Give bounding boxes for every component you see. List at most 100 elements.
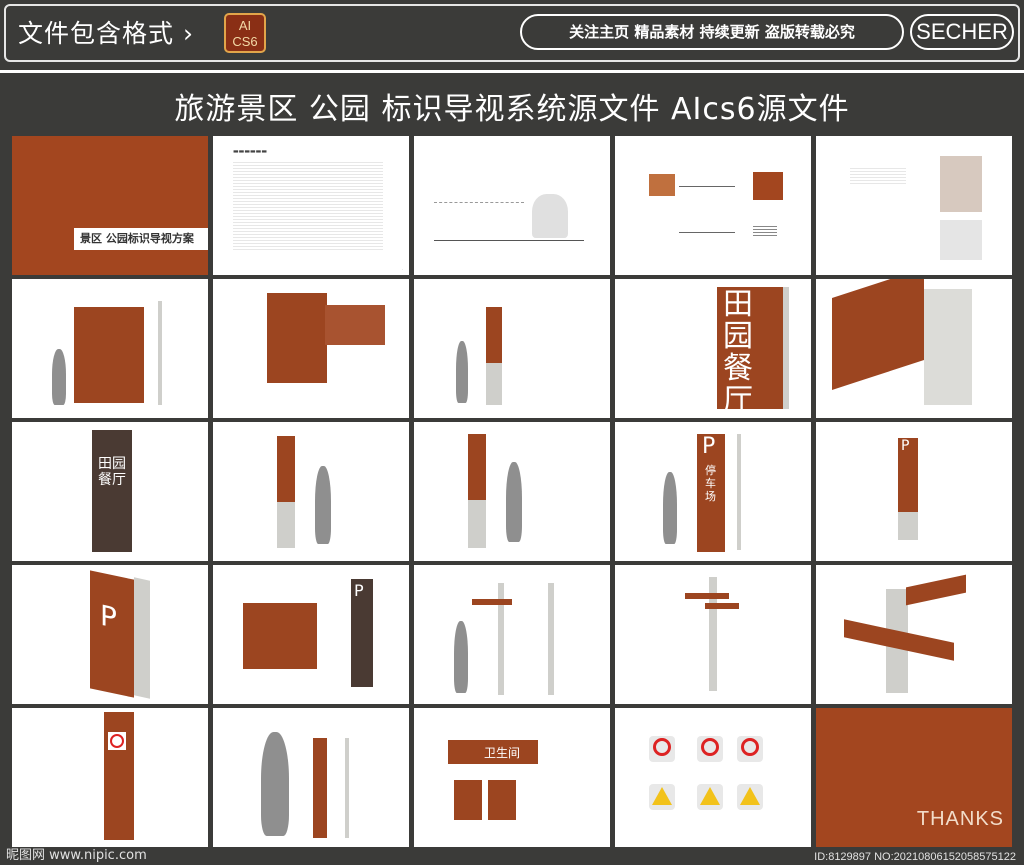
direction-arm (472, 599, 512, 605)
dark-sign-text: 田园餐厅 (98, 456, 126, 488)
toilet-label: 卫生间 (484, 746, 521, 760)
restaurant-sign-text: 田园餐厅 (723, 287, 753, 418)
concept-swatch (753, 172, 783, 200)
thumb-parking-tilt[interactable]: P (12, 565, 208, 704)
thumb-info-post-1[interactable] (213, 422, 409, 561)
parking-p: P (702, 434, 716, 459)
parking-tilt-side (134, 577, 150, 699)
parking-3d-face: P (898, 438, 918, 512)
thumb-toilet-sign[interactable]: 卫生间 (414, 708, 610, 847)
sign-detail-stone (924, 289, 972, 405)
thumb-warning-post[interactable] (12, 708, 208, 847)
thumb-parking-detail[interactable]: P (213, 565, 409, 704)
caution-icon (649, 784, 675, 810)
thumb-eco-sign[interactable] (213, 708, 409, 847)
info-post-base (277, 502, 295, 548)
info-post-face (468, 434, 486, 500)
toilet-men (454, 780, 482, 820)
header-bar: 文件包含格式 › AI CS6 关注主页 精品素材 持续更新 盗版转载必究 SE… (0, 0, 1024, 66)
map-board (74, 307, 144, 403)
thumb-direction-post[interactable] (414, 565, 610, 704)
dark-sign: 田园餐厅 (92, 430, 132, 552)
thumbnail-grid: 景区 公园标识导视方案 ▬▬▬▬▬▬ · 田园餐厅 田园餐厅 P 停车场 P P… (12, 136, 1012, 848)
person-silhouette (315, 466, 331, 544)
direction-3d-arm-1 (685, 593, 729, 599)
warning-plate (108, 732, 126, 750)
parking-3d-p: P (901, 438, 910, 454)
ai-badge-line1: AI (238, 18, 252, 33)
prohibit-ring (741, 738, 759, 756)
parking-detail-dark: P (351, 579, 373, 687)
prohibit-icon (110, 734, 124, 748)
thumb-parking-sign[interactable]: P 停车场 (615, 422, 811, 561)
thumb-restaurant-sign-3d[interactable]: 田园餐厅 (615, 279, 811, 418)
cover-label: 景区 公园标识导视方案 (74, 228, 208, 250)
no-climb-icon (697, 736, 723, 762)
thumb-concept[interactable] (615, 136, 811, 275)
parking-detail-p: P (354, 581, 364, 600)
thumb-info-post-2[interactable] (414, 422, 610, 561)
thumb-sign-detail[interactable] (816, 279, 1012, 418)
toilet-header: 卫生间 (448, 740, 538, 764)
warning-triangle (740, 787, 760, 805)
fall-warning-icon (737, 784, 763, 810)
ai-badge-line2: CS6 (232, 34, 258, 49)
direction-3d-arm-2 (705, 603, 739, 609)
concept-arrow-2 (679, 232, 735, 233)
footer-site-watermark: 昵图网 www.nipic.com (6, 848, 147, 863)
parking-detail-face (243, 603, 317, 669)
info-post-base (468, 500, 486, 548)
materials-photo (940, 156, 982, 212)
no-entry-icon (649, 736, 675, 762)
sign-detail-face (832, 279, 924, 390)
direction-detail-arm-1 (906, 574, 966, 606)
materials-text (850, 166, 906, 186)
thumb-warning-icons[interactable] (615, 708, 811, 847)
thumb-thanks[interactable]: THANKS (816, 708, 1012, 847)
parking-text: 停车场 (705, 464, 716, 503)
thumb-materials[interactable] (816, 136, 1012, 275)
eco-sign-side (345, 738, 349, 838)
thumb-map-board-3d[interactable] (213, 279, 409, 418)
person-silhouette (663, 472, 677, 544)
concept-photo (649, 174, 675, 196)
person-silhouette (454, 621, 468, 693)
slip-warning-icon (697, 784, 723, 810)
direction-pole-side (548, 583, 554, 695)
warning-triangle (652, 787, 672, 805)
thumb-direction-detail[interactable] (816, 565, 1012, 704)
concept-stripes (753, 226, 777, 238)
post-sign-face (486, 307, 502, 363)
tags-pill: 关注主页 精品素材 持续更新 盗版转载必究 (520, 14, 904, 50)
slope-line (434, 202, 524, 238)
parking-tilt-face: P (90, 570, 134, 698)
thumb-cover[interactable]: 景区 公园标识导视方案 (12, 136, 208, 275)
post-sign-base (486, 363, 502, 405)
thumb-post-sign[interactable] (414, 279, 610, 418)
thumb-restaurant-sign-dark[interactable]: 田园餐厅 (12, 422, 208, 561)
restaurant-sign: 田园餐厅 (717, 287, 783, 417)
ground-line (434, 240, 584, 241)
page-number: · (401, 267, 403, 272)
index-heading-mark: ▬▬▬▬▬▬ (233, 148, 268, 155)
restaurant-sign-side (783, 287, 789, 409)
eco-sign (313, 738, 327, 838)
thumb-elevation[interactable] (414, 136, 610, 275)
header-divider (0, 70, 1024, 73)
parking-tilt-p: P (100, 598, 117, 636)
prohibit-ring (701, 738, 719, 756)
map-detail (325, 305, 385, 345)
thumb-map-board-front[interactable] (12, 279, 208, 418)
info-post-face (277, 436, 295, 502)
ai-cs6-badge: AI CS6 (224, 13, 266, 53)
materials-texture (940, 220, 982, 260)
board-side (158, 301, 162, 405)
person-silhouette (456, 341, 468, 403)
no-swim-icon (737, 736, 763, 762)
person-silhouette (506, 462, 522, 542)
thumb-index[interactable]: ▬▬▬▬▬▬ · (213, 136, 409, 275)
parking-sign: P 停车场 (697, 434, 725, 552)
thumb-direction-3d[interactable] (615, 565, 811, 704)
concept-arrow (679, 186, 735, 187)
thumb-parking-3d[interactable]: P (816, 422, 1012, 561)
